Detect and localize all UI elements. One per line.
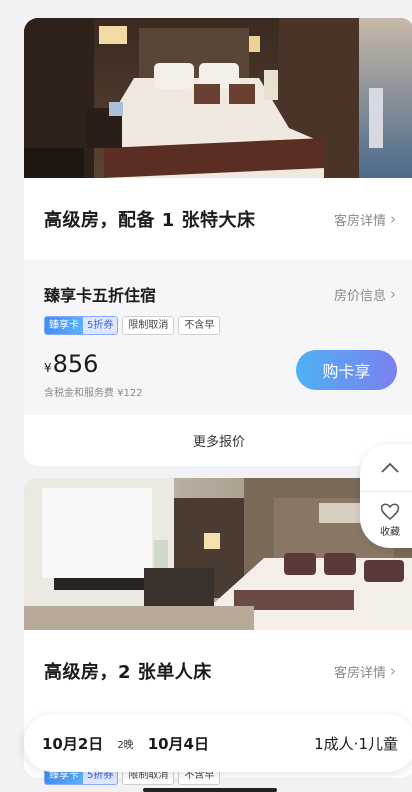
price-info-label: 房价信息: [333, 288, 386, 304]
room-card-1[interactable]: 高级房，配备 1 张特大床 客房详情 › 臻享卡五折住宿 房价信息 › 臻享卡 …: [24, 18, 412, 466]
chevron-right-icon: ›: [390, 285, 396, 303]
room-detail-label: 客房详情: [333, 213, 386, 229]
checkin-date[interactable]: 10月2日: [42, 733, 103, 754]
buy-card-button[interactable]: 购卡享: [296, 350, 397, 390]
room-detail-link[interactable]: 客房详情 ›: [334, 210, 396, 229]
price-row: ¥ 856: [44, 350, 98, 378]
price-info-link[interactable]: 房价信息 ›: [334, 285, 396, 304]
room-detail-label: 客房详情: [333, 665, 386, 681]
chevron-up-icon: [381, 462, 399, 473]
member-card-label: 臻享卡: [45, 317, 83, 334]
more-offers-button[interactable]: 更多报价: [24, 415, 412, 466]
room-photo-king[interactable]: [24, 18, 412, 178]
tag-breakfast: 不含早: [178, 316, 221, 335]
home-indicator: [143, 788, 277, 792]
booking-bar[interactable]: 10月2日 2晚 10月4日 1成人·1儿童: [24, 714, 412, 772]
coupon-label: 5折券: [83, 317, 118, 334]
room-title: 高级房，配备 1 张特大床: [44, 210, 256, 231]
heart-icon: [380, 502, 400, 520]
price-value: 856: [52, 350, 99, 378]
chevron-right-icon: ›: [390, 210, 396, 228]
member-card-tag: 臻享卡 5折券: [44, 316, 119, 335]
room-title: 高级房，2 张单人床: [44, 662, 212, 683]
nights-count: 2晚: [117, 739, 134, 751]
bedroom-image: [24, 18, 412, 178]
room-header: 高级房，配备 1 张特大床 客房详情 ›: [24, 178, 412, 260]
room-detail-link[interactable]: 客房详情 ›: [334, 662, 396, 681]
room-photo-twin[interactable]: [24, 478, 412, 630]
offer-tags: 臻享卡 5折券 限制取消 不含早: [44, 316, 396, 335]
currency-symbol: ¥: [44, 361, 52, 375]
offer-block[interactable]: 臻享卡五折住宿 房价信息 › 臻享卡 5折券 限制取消 不含早 ¥ 856 含税…: [24, 260, 412, 415]
tax-note: 含税金和服务费 ¥122: [44, 388, 143, 399]
side-float-panel: 收藏: [360, 444, 412, 548]
chevron-right-icon: ›: [390, 662, 396, 680]
guests-selector[interactable]: 1成人·1儿童: [314, 733, 398, 754]
checkout-date[interactable]: 10月4日: [148, 733, 209, 754]
scroll-top-button[interactable]: [360, 444, 412, 492]
favorite-label: 收藏: [380, 526, 400, 538]
offer-title: 臻享卡五折住宿: [44, 286, 157, 305]
twin-room-image: [24, 478, 412, 630]
favorite-button[interactable]: 收藏: [380, 492, 400, 548]
room-header: 高级房，2 张单人床 客房详情 ›: [24, 630, 412, 712]
tag-cancellation: 限制取消: [122, 316, 175, 335]
